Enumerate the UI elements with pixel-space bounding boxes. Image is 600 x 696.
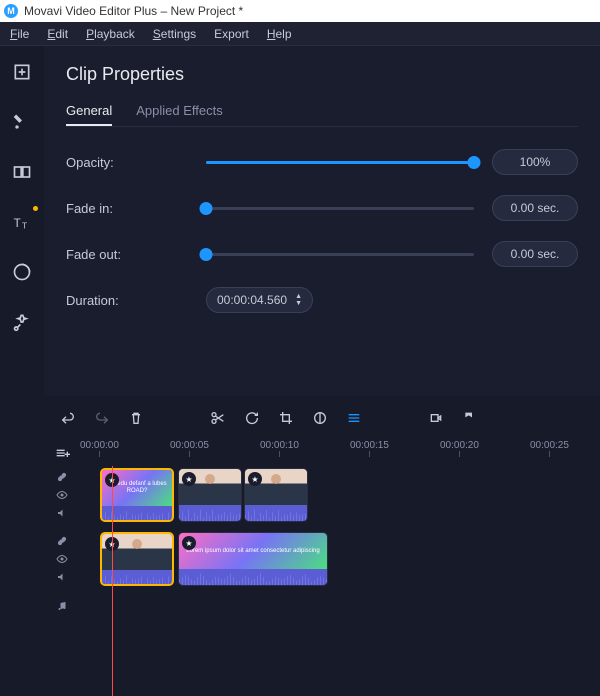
track1-head — [44, 466, 80, 524]
crop-icon[interactable] — [276, 408, 296, 428]
star-icon[interactable]: ★ — [248, 472, 262, 486]
redo-icon[interactable] — [92, 408, 112, 428]
fadeout-value[interactable]: 0.00 sec. — [492, 241, 578, 267]
star-icon[interactable]: ★ — [182, 472, 196, 486]
tracks-container: ★Labedu defanf a lubes ROAD?★★ ★★Lorem i… — [44, 466, 600, 696]
window-title: Movavi Video Editor Plus – New Project * — [24, 4, 243, 18]
timeline: 00:00:0000:00:0500:00:1000:00:1500:00:20… — [44, 396, 600, 696]
timeline-toolbar — [44, 396, 600, 440]
playhead[interactable] — [112, 466, 113, 696]
fadeout-slider[interactable] — [206, 253, 474, 256]
svg-text:T: T — [22, 221, 27, 231]
audio-icon[interactable] — [56, 571, 68, 583]
clip-properties-panel: Clip Properties General Applied Effects … — [44, 46, 600, 396]
fadein-value[interactable]: 0.00 sec. — [492, 195, 578, 221]
rotate-icon[interactable] — [242, 408, 262, 428]
music-icon[interactable] — [56, 600, 68, 612]
audio-icon[interactable] — [56, 507, 68, 519]
menu-edit[interactable]: Edit — [47, 27, 68, 41]
app-logo-icon: M — [4, 4, 18, 18]
record-icon[interactable] — [426, 408, 446, 428]
color-adjust-icon[interactable] — [310, 408, 330, 428]
menu-file[interactable]: File — [10, 27, 29, 41]
opacity-label: Opacity: — [66, 155, 206, 170]
visibility-icon[interactable] — [56, 489, 68, 501]
tab-general[interactable]: General — [66, 97, 112, 126]
titles-icon[interactable]: TT — [8, 208, 36, 236]
undo-icon[interactable] — [58, 408, 78, 428]
more-tools-icon[interactable] — [8, 308, 36, 336]
opacity-slider[interactable] — [206, 161, 474, 164]
menu-help[interactable]: Help — [267, 27, 292, 41]
track2-body[interactable]: ★★Lorem ipsum dolor sit amet consectetur… — [80, 530, 600, 588]
fadein-label: Fade in: — [66, 201, 206, 216]
clip[interactable]: ★Lorem ipsum dolor sit amet consectetur … — [178, 532, 328, 586]
fadein-slider[interactable] — [206, 207, 474, 210]
transitions-icon[interactable] — [8, 158, 36, 186]
title-bar: M Movavi Video Editor Plus – New Project… — [0, 0, 600, 22]
add-track-icon[interactable] — [52, 443, 72, 463]
menu-bar: File Edit Playback Settings Export Help — [0, 22, 600, 46]
stickers-icon[interactable] — [8, 258, 36, 286]
menu-playback[interactable]: Playback — [86, 27, 135, 41]
duration-label: Duration: — [66, 293, 206, 308]
link-icon[interactable] — [56, 471, 68, 483]
panel-title: Clip Properties — [66, 64, 578, 85]
track1-body[interactable]: ★Labedu defanf a lubes ROAD?★★ — [80, 466, 600, 524]
fadeout-label: Fade out: — [66, 247, 206, 262]
side-toolbar: TT — [0, 46, 44, 696]
visibility-icon[interactable] — [56, 553, 68, 565]
star-icon[interactable]: ★ — [182, 536, 196, 550]
track2-head — [44, 530, 80, 588]
add-media-icon[interactable] — [8, 58, 36, 86]
clip-properties-icon[interactable] — [344, 408, 364, 428]
menu-settings[interactable]: Settings — [153, 27, 196, 41]
panel-tabs: General Applied Effects — [66, 97, 578, 127]
opacity-value[interactable]: 100% — [492, 149, 578, 175]
marker-icon[interactable] — [460, 408, 480, 428]
delete-icon[interactable] — [126, 408, 146, 428]
clip[interactable]: ★ — [244, 468, 308, 522]
duration-stepper[interactable]: ▲▼ — [295, 294, 302, 307]
svg-text:T: T — [14, 217, 21, 230]
filters-icon[interactable] — [8, 108, 36, 136]
menu-export[interactable]: Export — [214, 27, 249, 41]
timeline-ruler[interactable]: 00:00:0000:00:0500:00:1000:00:1500:00:20… — [80, 440, 600, 466]
tab-applied-effects[interactable]: Applied Effects — [136, 97, 222, 126]
step-down-icon: ▼ — [295, 301, 302, 307]
split-icon[interactable] — [208, 408, 228, 428]
step-up-icon: ▲ — [295, 294, 302, 300]
clip[interactable]: ★ — [178, 468, 242, 522]
music-track-body[interactable] — [80, 594, 600, 618]
link-icon[interactable] — [56, 535, 68, 547]
duration-field[interactable]: 00:00:04.560 ▲▼ — [206, 287, 313, 313]
music-track-head — [44, 594, 80, 618]
